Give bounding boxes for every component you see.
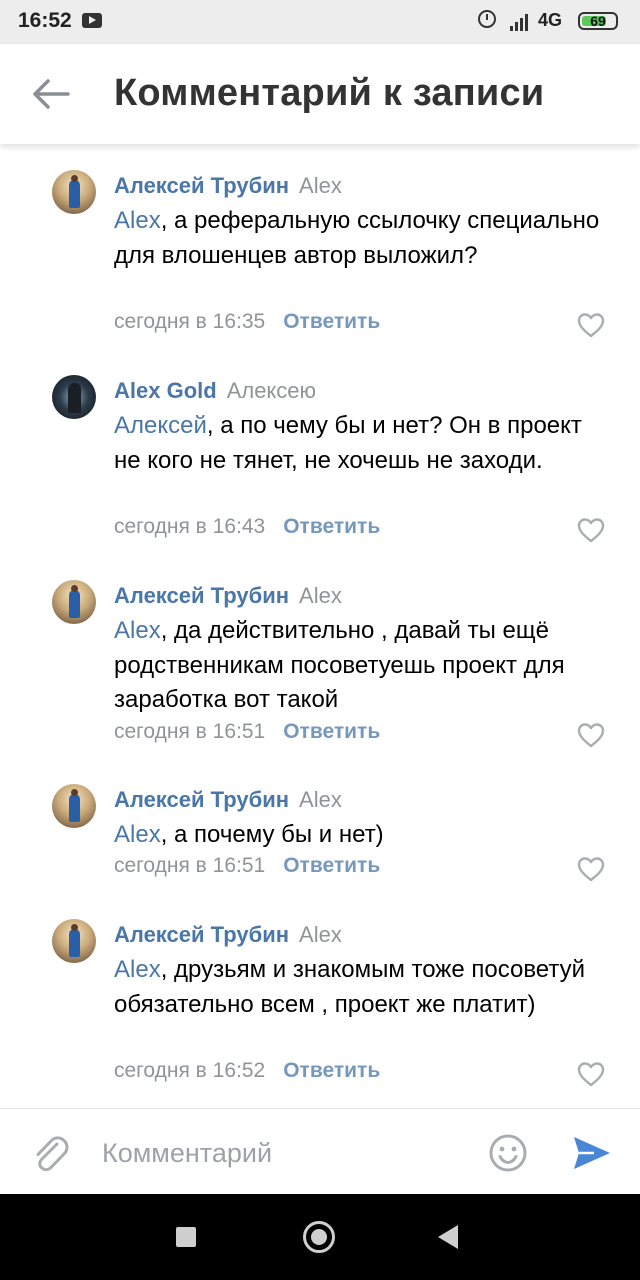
mention-link[interactable]: Alex (114, 821, 161, 848)
heart-icon[interactable] (576, 1060, 606, 1088)
reply-to: Alex (299, 583, 342, 608)
back-arrow-icon[interactable] (28, 76, 72, 112)
heart-icon[interactable] (576, 855, 606, 883)
reply-to: Alex (299, 787, 342, 812)
heart-icon[interactable] (576, 721, 606, 749)
system-back-icon[interactable] (438, 1225, 458, 1249)
mention-link[interactable]: Алексей (114, 412, 207, 439)
comment-text: Alex, а реферальную ссылочку специально … (114, 207, 600, 269)
battery-level: 69 (590, 13, 606, 29)
comment-time: сегодня в 16:52 (114, 1059, 266, 1082)
reply-to: Алексею (226, 378, 317, 403)
avatar[interactable] (52, 784, 96, 828)
status-time: 16:52 (18, 9, 72, 32)
reply-button[interactable]: Ответить (283, 310, 380, 333)
reply-button[interactable]: Ответить (283, 720, 380, 743)
comment-author[interactable]: Алексей Трубин Alex (114, 922, 342, 948)
heart-icon[interactable] (576, 311, 606, 339)
comment-meta: сегодня в 16:51 Ответить (114, 720, 380, 744)
emoji-icon[interactable] (488, 1133, 528, 1173)
reply-button[interactable]: Ответить (283, 1059, 380, 1082)
comment-text: Alex, друзьям и знакомым тоже посоветуй … (114, 956, 586, 1018)
comments-list: Алексей Трубин Alex Alex, а реферальную с… (0, 144, 640, 1108)
comment-time: сегодня в 16:43 (114, 515, 266, 538)
recent-apps-icon[interactable] (176, 1227, 196, 1247)
comment-time: сегодня в 16:51 (114, 854, 266, 877)
comment-text: Alex, да действительно , давай ты ещё ро… (114, 617, 565, 713)
avatar[interactable] (52, 170, 96, 214)
reply-button[interactable]: Ответить (283, 854, 380, 877)
comment-text: Алексей, а по чему бы и нет? Он в проект… (114, 412, 582, 474)
avatar[interactable] (52, 919, 96, 963)
home-icon[interactable] (303, 1221, 335, 1253)
comment-input-bar (0, 1108, 640, 1195)
comment-author[interactable]: Алексей Трубин Alex (114, 787, 342, 813)
signal-icon (510, 11, 534, 31)
reply-to: Alex (299, 173, 342, 198)
comment-meta: сегодня в 16:35 Ответить (114, 310, 380, 334)
comment-meta: сегодня в 16:52 Ответить (114, 1059, 380, 1083)
mention-link[interactable]: Alex (114, 956, 161, 983)
avatar[interactable] (52, 580, 96, 624)
comment-meta: сегодня в 16:51 Ответить (114, 854, 380, 878)
youtube-notification-icon (82, 13, 102, 28)
alarm-icon (478, 10, 496, 28)
network-type: 4G (538, 10, 563, 30)
mention-link[interactable]: Alex (114, 207, 161, 234)
system-nav-bar (0, 1194, 640, 1280)
comment-meta: сегодня в 16:43 Ответить (114, 515, 380, 539)
reply-to: Alex (299, 922, 342, 947)
comment-time: сегодня в 16:51 (114, 720, 266, 743)
avatar[interactable] (52, 375, 96, 419)
comment-author[interactable]: Alex Gold Алексею (114, 378, 316, 404)
status-bar: 16:52 4G 69 (0, 0, 640, 44)
page-title: Комментарий к записи (114, 72, 545, 114)
mention-link[interactable]: Alex (114, 617, 161, 644)
comment-text: Alex, а почему бы и нет) (114, 821, 384, 848)
comment-time: сегодня в 16:35 (114, 310, 266, 333)
heart-icon[interactable] (576, 516, 606, 544)
battery-icon: 69 (578, 12, 618, 30)
header: Комментарий к записи (0, 44, 640, 144)
send-icon[interactable] (570, 1133, 612, 1173)
comment-author[interactable]: Алексей Трубин Alex (114, 173, 342, 199)
comment-input[interactable] (100, 1129, 474, 1177)
attach-icon[interactable] (30, 1131, 70, 1175)
reply-button[interactable]: Ответить (283, 515, 380, 538)
comment-author[interactable]: Алексей Трубин Alex (114, 583, 342, 609)
